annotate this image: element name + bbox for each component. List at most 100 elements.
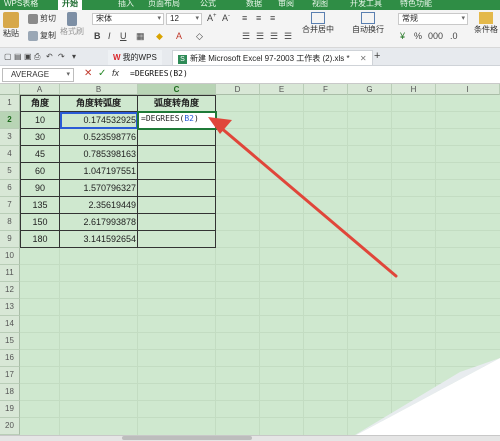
cell-c1[interactable]: 弧度转角度 xyxy=(138,95,215,112)
row-header-1[interactable]: 1 xyxy=(0,95,20,112)
decimal-icon[interactable]: .0 xyxy=(450,31,458,41)
open-file-icon[interactable]: ▤ xyxy=(14,52,22,61)
cell-editor[interactable]: =DEGREES(B2) xyxy=(141,114,199,123)
redo-icon[interactable]: ↷ xyxy=(58,52,65,61)
row-header-7[interactable]: 7 xyxy=(0,197,20,214)
cell-a6[interactable]: 90 xyxy=(21,180,59,197)
tab-review[interactable]: 审阅 xyxy=(278,0,294,10)
active-cell-c2[interactable]: =DEGREES(B2) xyxy=(137,111,217,130)
save-icon[interactable]: ▣ xyxy=(24,52,32,61)
select-all-corner[interactable] xyxy=(0,84,20,95)
clear-format-icon[interactable]: ◇ xyxy=(196,31,203,42)
tab-my-wps[interactable]: W 我的WPS xyxy=(108,50,162,65)
row-header-9[interactable]: 9 xyxy=(0,231,20,248)
spreadsheet-grid[interactable]: A B C D E F G H I 1 2 3 4 5 6 7 8 9 10 1… xyxy=(0,84,500,441)
align-bottom-icon[interactable]: ≡ xyxy=(270,13,275,23)
percent-icon[interactable]: % xyxy=(414,31,422,41)
row-header-17[interactable]: 17 xyxy=(0,367,20,384)
column-header-h[interactable]: H xyxy=(392,84,436,95)
cell-a3[interactable]: 30 xyxy=(21,129,59,146)
cell-a7[interactable]: 135 xyxy=(21,197,59,214)
justify-icon[interactable]: ☰ xyxy=(284,31,292,42)
horizontal-scrollbar[interactable] xyxy=(0,435,500,441)
align-right-icon[interactable]: ☰ xyxy=(270,31,278,42)
tab-insert[interactable]: 插入 xyxy=(118,0,134,10)
column-header-c[interactable]: C xyxy=(138,84,216,95)
row-header-5[interactable]: 5 xyxy=(0,163,20,180)
tab-developer[interactable]: 开发工具 xyxy=(350,0,382,10)
cell-b1[interactable]: 角度转弧度 xyxy=(60,95,137,112)
row-header-15[interactable]: 15 xyxy=(0,333,20,350)
cell-a5[interactable]: 60 xyxy=(21,163,59,180)
cell-a2[interactable]: 10 xyxy=(21,112,59,129)
cell-b6[interactable]: 1.570796327 xyxy=(60,180,136,197)
increase-font-icon[interactable]: A+ xyxy=(207,13,217,23)
align-middle-icon[interactable]: ≡ xyxy=(256,13,261,23)
row-header-3[interactable]: 3 xyxy=(0,129,20,146)
new-file-icon[interactable]: ▢ xyxy=(4,52,12,61)
copy-button[interactable]: 复制 xyxy=(28,30,56,41)
align-center-icon[interactable]: ☰ xyxy=(256,31,264,42)
print-icon[interactable]: ⎙ xyxy=(34,52,40,62)
name-box[interactable]: AVERAGE ▾ xyxy=(2,68,74,82)
app-title[interactable]: WPS表格 xyxy=(4,0,38,10)
currency-icon[interactable]: ¥ xyxy=(400,31,405,41)
cell-b7[interactable]: 2.35619449 xyxy=(60,197,136,214)
row-header-6[interactable]: 6 xyxy=(0,180,20,197)
cell-a9[interactable]: 180 xyxy=(21,231,59,248)
bold-icon[interactable]: B xyxy=(94,31,101,41)
decrease-font-icon[interactable]: A- xyxy=(222,13,230,23)
row-header-2[interactable]: 2 xyxy=(0,112,20,129)
fill-color-icon[interactable]: ◆ xyxy=(156,31,163,42)
cell-b8[interactable]: 2.617993878 xyxy=(60,214,136,231)
row-header-13[interactable]: 13 xyxy=(0,299,20,316)
italic-icon[interactable]: I xyxy=(108,31,111,41)
insert-function-button[interactable]: fx xyxy=(112,68,119,78)
border-icon[interactable]: ▦ xyxy=(136,31,145,42)
column-header-a[interactable]: A xyxy=(20,84,60,95)
number-format-select[interactable]: 常规 ▾ xyxy=(398,13,468,25)
row-header-8[interactable]: 8 xyxy=(0,214,20,231)
column-header-f[interactable]: F xyxy=(304,84,348,95)
cell-b9[interactable]: 3.141592654 xyxy=(60,231,136,248)
conditional-format-button[interactable]: 条件格 xyxy=(474,12,498,35)
row-header-14[interactable]: 14 xyxy=(0,316,20,333)
new-tab-button[interactable]: + xyxy=(374,50,380,62)
tab-formulas[interactable]: 公式 xyxy=(200,0,216,10)
row-header-19[interactable]: 19 xyxy=(0,401,20,418)
underline-icon[interactable]: U xyxy=(120,31,127,41)
close-tab-icon[interactable]: ✕ xyxy=(360,54,367,63)
cell-a4[interactable]: 45 xyxy=(21,146,59,163)
cell-a1[interactable]: 角度 xyxy=(21,95,59,112)
thousands-icon[interactable]: 000 xyxy=(428,31,443,41)
font-size-select[interactable]: 12 ▾ xyxy=(166,13,202,25)
column-header-g[interactable]: G xyxy=(348,84,392,95)
merge-center-button[interactable]: 合并居中 xyxy=(302,12,334,35)
wrap-text-button[interactable]: 自动换行 xyxy=(352,12,384,35)
column-header-b[interactable]: B xyxy=(60,84,138,95)
tab-view[interactable]: 视图 xyxy=(312,0,328,10)
cancel-edit-button[interactable]: ✕ xyxy=(84,68,92,79)
column-header-e[interactable]: E xyxy=(260,84,304,95)
row-header-18[interactable]: 18 xyxy=(0,384,20,401)
row-header-12[interactable]: 12 xyxy=(0,282,20,299)
format-painter-button[interactable]: 格式刷 xyxy=(60,12,84,37)
paste-button[interactable]: 粘贴 xyxy=(3,12,19,39)
row-header-10[interactable]: 10 xyxy=(0,248,20,265)
tab-data[interactable]: 数据 xyxy=(246,0,262,10)
cell-b5[interactable]: 1.047197551 xyxy=(60,163,136,180)
cut-button[interactable]: 剪切 xyxy=(28,13,56,24)
cell-a8[interactable]: 150 xyxy=(21,214,59,231)
tab-page-layout[interactable]: 页面布局 xyxy=(148,0,180,10)
cell-b3[interactable]: 0.523598776 xyxy=(60,129,136,146)
confirm-edit-button[interactable]: ✓ xyxy=(98,68,106,79)
row-header-4[interactable]: 4 xyxy=(0,146,20,163)
tab-special-features[interactable]: 特色功能 xyxy=(400,0,432,10)
column-header-i[interactable]: I xyxy=(436,84,500,95)
tab-home[interactable]: 开始 xyxy=(58,0,82,10)
tab-workbook-file[interactable]: S 新建 Microsoft Excel 97-2003 工作表 (2).xls … xyxy=(172,50,373,65)
cell-b4[interactable]: 0.785398163 xyxy=(60,146,136,163)
align-left-icon[interactable]: ☰ xyxy=(242,31,250,42)
column-header-d[interactable]: D xyxy=(216,84,260,95)
row-header-16[interactable]: 16 xyxy=(0,350,20,367)
